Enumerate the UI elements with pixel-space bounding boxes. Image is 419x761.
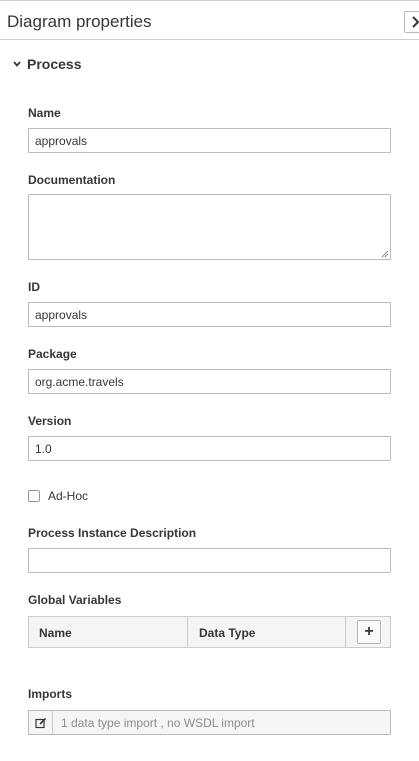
id-label: ID (28, 280, 40, 294)
column-divider (187, 617, 188, 647)
collapse-panel-button[interactable] (404, 11, 419, 33)
column-header-name: Name (39, 626, 72, 640)
version-label: Version (28, 414, 72, 428)
process-instance-description-label: Process Instance Description (28, 526, 197, 540)
column-header-data-type: Data Type (199, 626, 256, 640)
adhoc-row: Ad-Hoc (28, 489, 88, 503)
section-toggle-process[interactable]: Process (12, 55, 81, 73)
chevron-right-icon (412, 16, 419, 28)
resize-grip-icon[interactable] (380, 249, 389, 258)
edit-icon (34, 717, 46, 728)
id-field[interactable] (28, 302, 391, 327)
panel-title: Diagram properties (7, 12, 152, 31)
package-field[interactable] (28, 369, 391, 394)
process-instance-description-field[interactable] (28, 548, 391, 573)
version-field[interactable] (28, 436, 391, 461)
imports-label: Imports (28, 687, 73, 701)
global-variables-table: Name Data Type + (28, 616, 391, 648)
global-variables-label: Global Variables (28, 593, 122, 607)
adhoc-label: Ad-Hoc (48, 489, 89, 503)
panel-header: Diagram properties (0, 0, 419, 40)
adhoc-checkbox[interactable] (28, 490, 40, 502)
chevron-down-icon (13, 61, 21, 67)
imports-summary: 1 data type import , no WSDL import (61, 716, 255, 730)
package-label: Package (28, 347, 77, 361)
edit-imports-button[interactable] (29, 711, 53, 734)
documentation-field[interactable] (28, 194, 391, 260)
column-divider (345, 617, 346, 647)
documentation-label: Documentation (28, 173, 116, 187)
name-label: Name (28, 106, 61, 120)
add-variable-button[interactable]: + (357, 620, 381, 644)
name-field[interactable] (28, 128, 391, 153)
section-title: Process (27, 56, 82, 72)
imports-field[interactable]: 1 data type import , no WSDL import (28, 710, 391, 735)
